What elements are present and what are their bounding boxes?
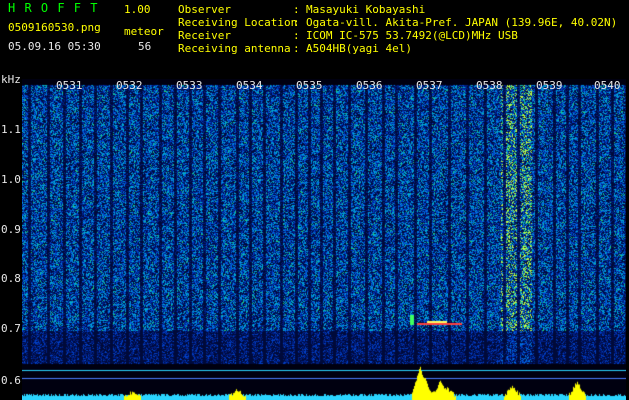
receiver-label: Receiver <box>178 29 231 42</box>
time-tick-0534: 0534 <box>236 79 263 92</box>
image-filename: 0509160530.png <box>8 21 101 34</box>
meteor-count: 56 <box>138 40 152 53</box>
y-tick-0-6: 0.6 <box>1 374 21 387</box>
observer-value: Masayuki Kobayashi <box>306 3 426 16</box>
y-tick-0-9: 0.9 <box>1 223 21 236</box>
antenna-sep: : <box>293 42 300 55</box>
observer-sep: : <box>293 3 300 16</box>
time-tick-0538: 0538 <box>476 79 503 92</box>
time-tick-0532: 0532 <box>116 79 143 92</box>
time-tick-0537: 0537 <box>416 79 443 92</box>
waterfall-spectrogram <box>22 79 626 400</box>
y-tick-0-8: 0.8 <box>1 272 21 285</box>
header-left-panel: H R O F F T 1.00 0509160530.png meteor 0… <box>0 0 170 70</box>
time-tick-0539: 0539 <box>536 79 563 92</box>
observer-label: Observer <box>178 3 231 16</box>
y-tick-1-0: 1.0 <box>1 173 21 186</box>
time-tick-0533: 0533 <box>176 79 203 92</box>
y-tick-1-1: 1.1 <box>1 123 21 136</box>
time-tick-0531: 0531 <box>56 79 83 92</box>
antenna-value: A504HB(yagi 4el) <box>306 42 412 55</box>
location-sep: : <box>293 16 300 29</box>
location-value: Ogata-vill. Akita-Pref. JAPAN (139.96E, … <box>306 16 618 29</box>
station-info: Observer : Masayuki Kobayashi Receiving … <box>178 3 628 63</box>
time-tick-0536: 0536 <box>356 79 383 92</box>
unit-label: kHz <box>1 73 21 86</box>
app-version: 1.00 <box>124 3 151 16</box>
time-tick-0535: 0535 <box>296 79 323 92</box>
mode-label: meteor <box>124 25 164 38</box>
receiver-sep: : <box>293 29 300 42</box>
app-title: H R O F F T <box>8 1 99 15</box>
location-label: Receiving Location <box>178 16 298 29</box>
receiver-value: ICOM IC-575 53.7492(@LCD)MHz USB <box>306 29 518 42</box>
time-tick-0540: 0540 <box>594 79 621 92</box>
antenna-label: Receiving antenna <box>178 42 291 55</box>
y-tick-0-7: 0.7 <box>1 322 21 335</box>
datetime-readout: 05.09.16 05:30 <box>8 40 101 53</box>
